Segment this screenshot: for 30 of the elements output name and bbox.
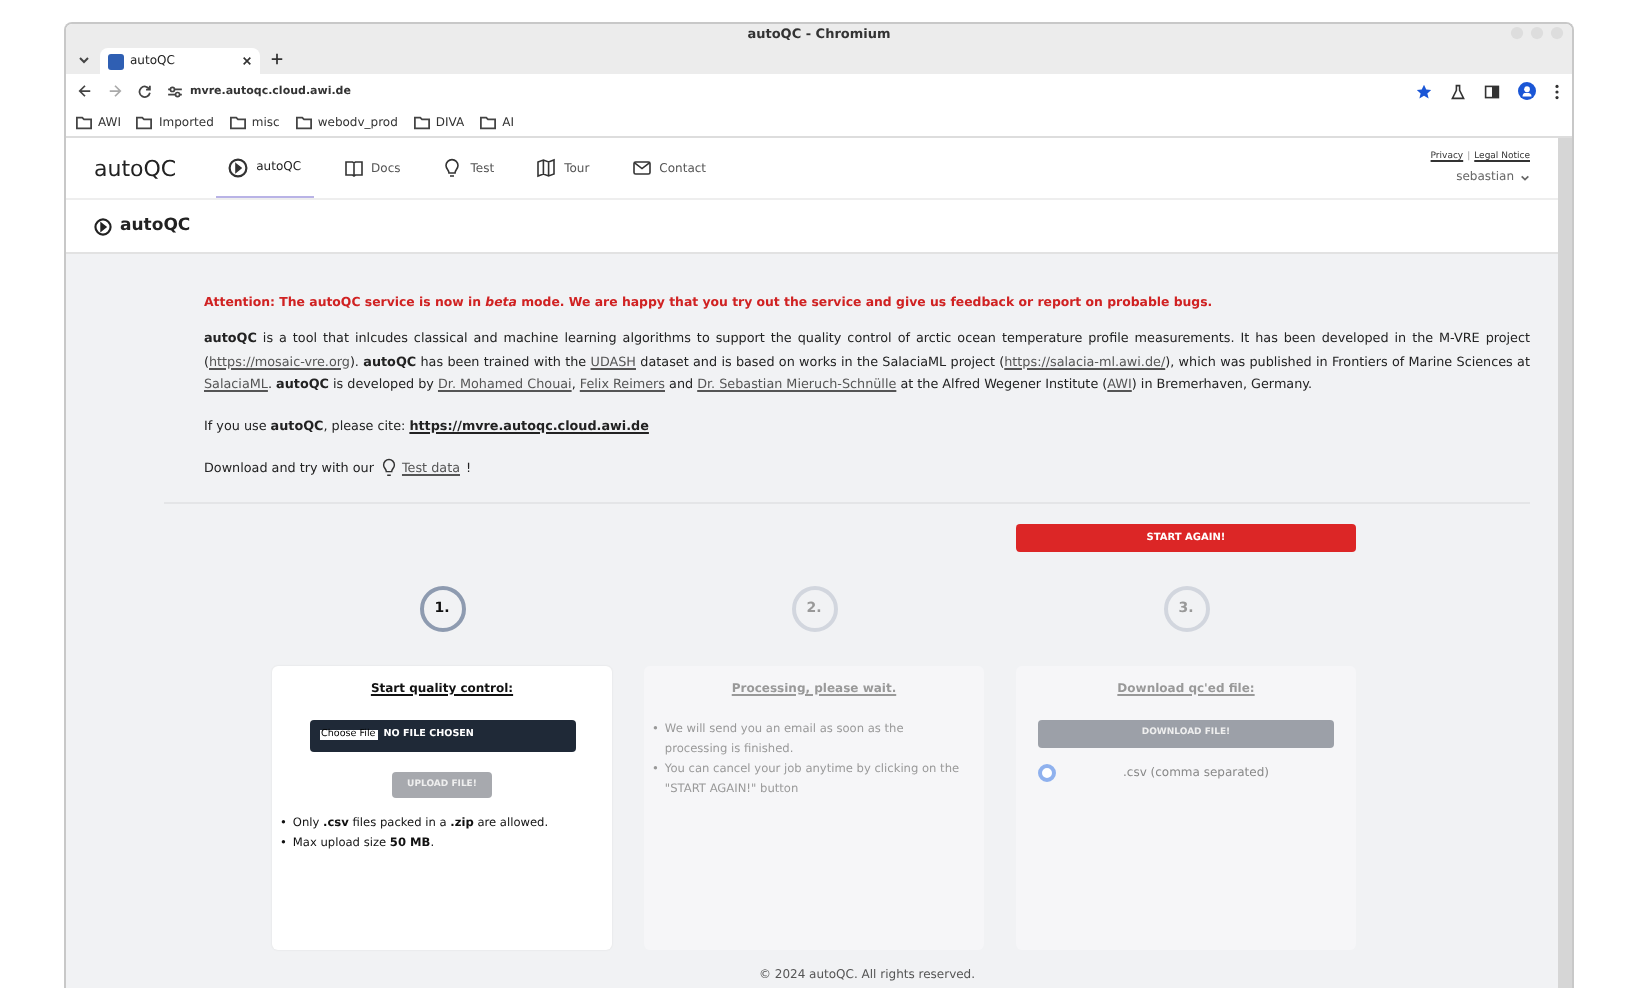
plus-icon[interactable] bbox=[270, 52, 284, 66]
folder-icon bbox=[136, 115, 153, 129]
chevron-down-icon bbox=[1520, 173, 1530, 181]
book-icon bbox=[343, 158, 364, 178]
folder-icon bbox=[76, 115, 92, 129]
folder-icon bbox=[295, 115, 312, 129]
folder-icon bbox=[229, 115, 246, 129]
chevron-down-icon[interactable] bbox=[78, 54, 90, 66]
brand-logo[interactable]: autoQC bbox=[94, 155, 177, 181]
lightbulb-icon bbox=[379, 457, 398, 477]
folder-icon bbox=[413, 115, 430, 129]
star-icon[interactable] bbox=[1416, 83, 1432, 99]
back-arrow-icon[interactable] bbox=[78, 84, 92, 98]
favicon-icon bbox=[108, 53, 124, 69]
map-icon bbox=[536, 158, 557, 178]
play-circle-icon bbox=[94, 217, 112, 235]
lightbulb-icon bbox=[442, 158, 463, 178]
reload-icon[interactable] bbox=[138, 84, 152, 98]
folder-icon bbox=[480, 115, 497, 129]
more-vertical-icon[interactable] bbox=[1554, 83, 1560, 99]
envelope-icon bbox=[631, 158, 652, 178]
site-settings-icon[interactable] bbox=[168, 85, 182, 97]
flask-icon[interactable] bbox=[1450, 83, 1466, 99]
page-title: autoQC bbox=[120, 216, 191, 236]
close-icon[interactable] bbox=[242, 56, 252, 66]
side-panel-icon[interactable] bbox=[1484, 83, 1500, 99]
radio-button[interactable] bbox=[1038, 763, 1056, 781]
profile-icon[interactable] bbox=[1518, 82, 1536, 100]
scrollbar[interactable] bbox=[1558, 138, 1572, 988]
play-circle-icon bbox=[228, 157, 249, 177]
